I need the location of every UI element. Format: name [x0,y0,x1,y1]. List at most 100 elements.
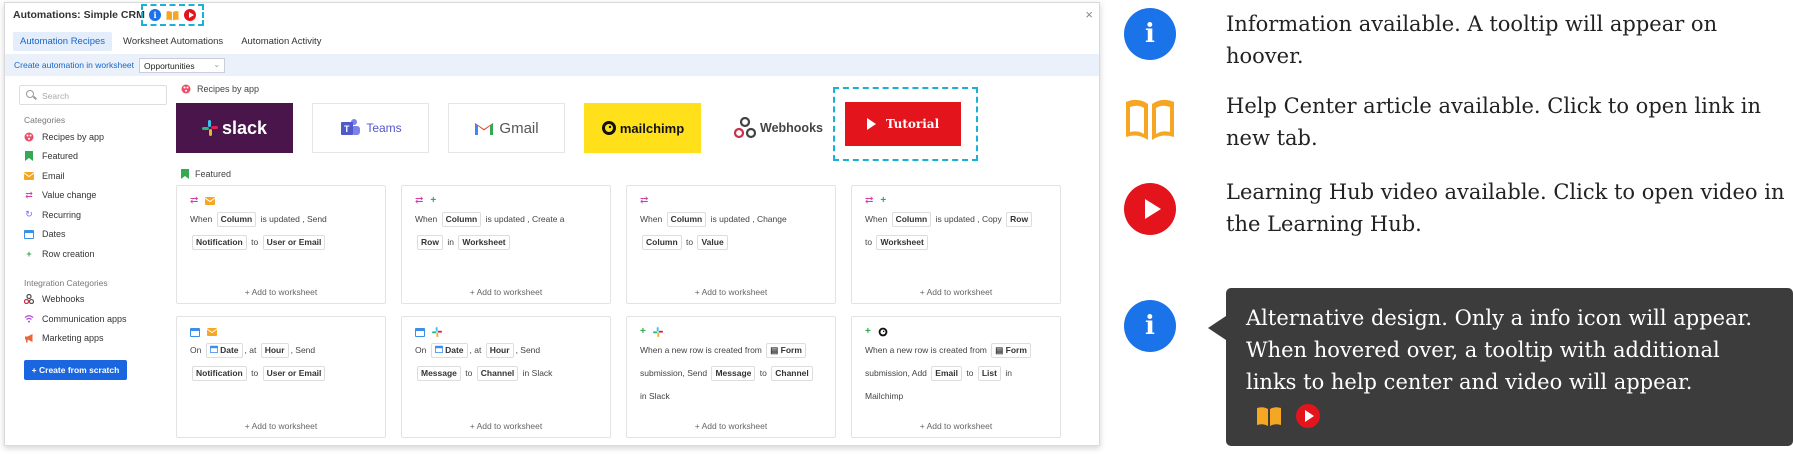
add-to-worksheet-button[interactable]: + Add to worksheet [402,287,610,297]
card-icons [190,326,217,337]
token-chip: Worksheet [458,235,510,250]
add-to-worksheet-button[interactable]: + Add to worksheet [852,287,1060,297]
tutorial-button[interactable]: Tutorial [845,102,961,146]
card-text: to [251,237,259,247]
card-icons [415,326,442,337]
sidebar-item-marketing-apps[interactable]: Marketing apps [24,329,169,349]
search-input[interactable]: Search [19,85,167,105]
sidebar-item-row-creation[interactable]: + Row creation [24,244,169,264]
card-text: On [415,345,427,355]
dialog-header: Automations: Simple CRM i × [5,3,1099,27]
card-text: in Slack [640,391,670,401]
recipe-card[interactable]: + When a new row is created from ▤ Form … [626,316,836,438]
app-tile-webhooks[interactable]: Webhooks [720,103,837,153]
card-text: , at [244,345,257,355]
token-chip: ▤ Form [766,343,806,358]
plus-icon: + [430,195,437,206]
recipe-card[interactable]: ⇄ + When Column is updated , Create a Ro… [401,185,611,304]
legend-help [1124,96,1176,148]
worksheet-select[interactable]: Opportunities ⌄ [139,57,226,73]
recipe-card[interactable]: On Date , at Hour, Send Notification to U… [176,316,386,438]
calendar-icon [415,328,425,337]
token-chip: Date [430,343,468,358]
app-tile-teams[interactable]: T Teams [312,103,429,153]
form-icon: ▤ [995,345,1004,355]
calendar-icon [434,345,443,353]
recipe-card[interactable]: ⇄ When Column is updated , Change Column… [626,185,836,304]
app-tile-label: Webhooks [760,121,823,135]
app-tile-mailchimp[interactable]: mailchimp [584,103,701,153]
sidebar-item-dates[interactable]: Dates [24,225,169,245]
close-icon[interactable]: × [1085,7,1093,22]
add-to-worksheet-button[interactable]: + Add to worksheet [177,287,385,297]
token-chip-text: Form [1005,345,1027,355]
recipes-by-app-heading: Recipes by app [181,84,259,94]
recipe-card[interactable]: ⇄ When Column is updated , Send Notifica… [176,185,386,304]
sidebar-item-communication-apps[interactable]: Communication apps [24,309,169,329]
categories-heading: Categories [24,115,66,125]
app-tile-gmail[interactable]: Gmail [448,103,565,153]
video-play-icon [1124,183,1176,235]
automations-dialog: Automations: Simple CRM i × Automation R… [4,2,1100,446]
sidebar-item-value-change[interactable]: ⇄ Value change [24,186,169,206]
token-chip: Message [711,366,756,381]
card-text: to [251,368,259,378]
play-icon [866,118,876,130]
token-chip: Date [205,343,243,358]
tab-bar: Automation Recipes Worksheet Automations… [5,30,1099,52]
megaphone-icon [24,333,34,343]
calendar-icon [190,328,200,337]
sidebar-item-label: Value change [42,190,97,201]
sidebar-item-featured[interactable]: Featured [24,147,169,167]
recipe-card[interactable]: On Date , at Hour, Send Message to Channe… [401,316,611,438]
token-chip: Hour [485,343,514,358]
app-tile-label: Gmail [499,119,539,137]
sidebar-item-recurring[interactable]: ↻ Recurring [24,205,169,225]
bookmark-icon [181,169,189,179]
card-description: When Column is updated , Create a Row in… [415,208,605,254]
book-icon[interactable] [166,10,179,21]
card-icons: ⇄ + [415,195,436,206]
sidebar-item-recipes-by-app[interactable]: Recipes by app [24,127,169,147]
legend-help-text: Help Center article available. Click to … [1226,94,1761,150]
card-text: Send [306,214,327,224]
swap-icon: ⇄ [25,189,33,200]
sidebar-item-label: Webhooks [42,294,85,305]
recurring-icon: ↻ [25,209,33,220]
form-icon: ▤ [770,345,779,355]
info-icon[interactable]: i [149,9,161,21]
app-tile-slack[interactable]: slack [176,103,293,153]
add-to-worksheet-button[interactable]: + Add to worksheet [177,421,385,431]
book-icon[interactable] [1256,405,1282,427]
add-to-worksheet-button[interactable]: + Add to worksheet [402,421,610,431]
recipe-card[interactable]: + When a new row is created from ▤ Form … [851,316,1061,438]
card-text: submission, Send [640,368,708,378]
sidebar-item-email[interactable]: Email [24,166,169,186]
info-icon: i [1124,300,1176,352]
token-chip: Column [666,212,707,227]
card-icons: ⇄ [190,195,216,206]
card-text: When [640,214,663,224]
webhooks-icon [24,294,34,305]
add-to-worksheet-button[interactable]: + Add to worksheet [627,287,835,297]
card-text: , at [469,345,482,355]
add-to-worksheet-button[interactable]: + Add to worksheet [852,421,1060,431]
card-text: On [190,345,202,355]
card-text: When [190,214,213,224]
card-text: submission, Add [865,368,927,378]
sidebar-item-webhooks[interactable]: Webhooks [24,290,169,310]
create-from-scratch-button[interactable]: + Create from scratch [24,360,127,380]
video-play-icon[interactable] [1296,403,1320,428]
tab-automation-recipes[interactable]: Automation Recipes [13,31,113,51]
card-text: to [865,237,873,247]
recipe-card[interactable]: ⇄ + When Column is updated , Copy Row to… [851,185,1061,304]
video-play-icon[interactable] [184,9,196,21]
legend-video [1124,183,1176,235]
teams-logo-icon: T [341,119,361,135]
tooltip-text: Alternative design. Only a info icon wil… [1246,306,1753,394]
tab-worksheet-automations[interactable]: Worksheet Automations [116,32,230,51]
token-chip: Worksheet [876,235,928,250]
token-chip: Column [642,235,682,250]
tab-automation-activity[interactable]: Automation Activity [234,32,328,51]
add-to-worksheet-button[interactable]: + Add to worksheet [627,421,835,431]
